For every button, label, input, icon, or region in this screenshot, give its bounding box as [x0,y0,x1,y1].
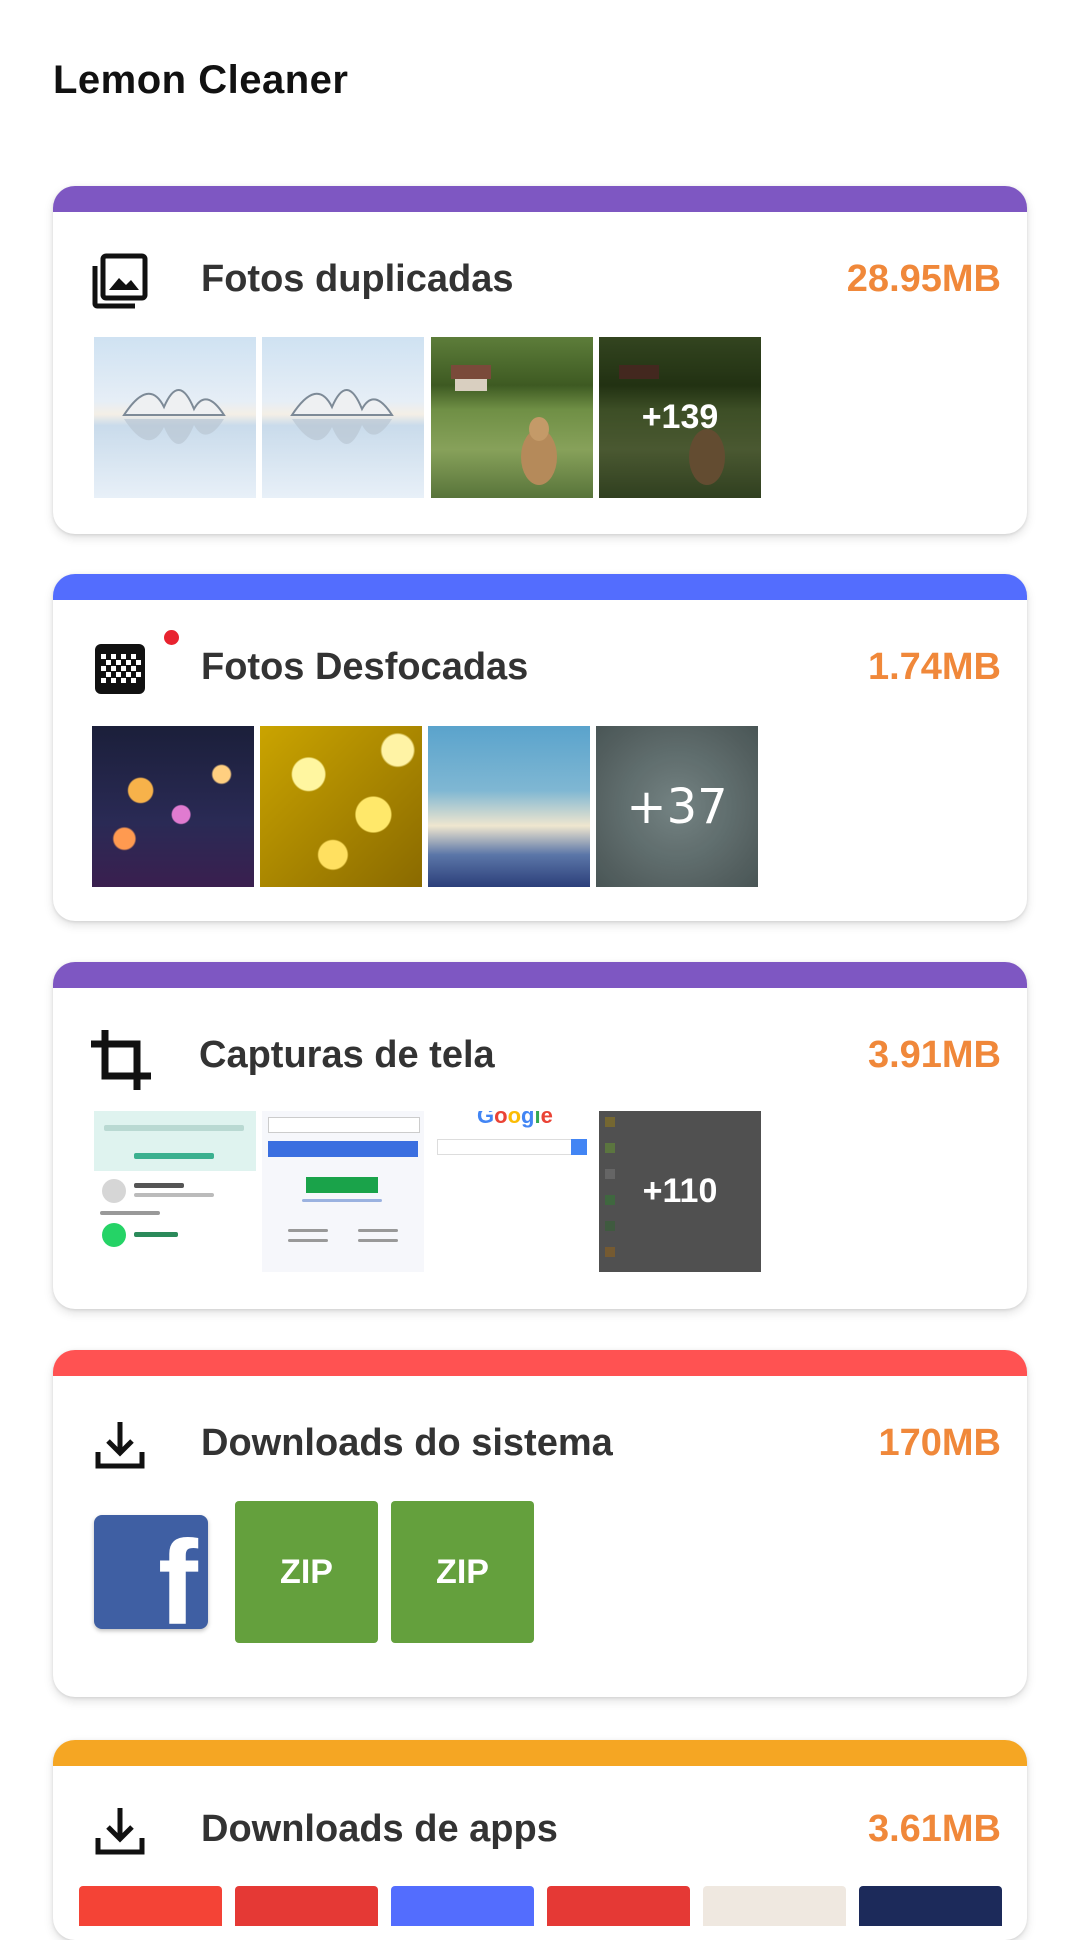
card-header: Downloads do sistema 170MB [53,1410,1027,1480]
card-size: 3.61MB [867,1808,1001,1850]
card-header: Fotos Desfocadas 1.74MB [53,630,1027,704]
card-header: Fotos duplicadas 28.95MB [53,246,1027,316]
more-count: +139 [599,337,761,498]
more-count: +37 [596,726,758,887]
photo-library-icon [91,252,149,310]
notification-dot [164,630,179,645]
photo-thumbnail[interactable] [92,726,254,887]
app-file-tile[interactable] [79,1886,222,1926]
photo-thumbnail[interactable] [262,337,424,498]
duplicate-photos-card[interactable]: Fotos duplicadas 28.95MB +139 [53,186,1027,534]
card-size: 28.95MB [846,258,1001,300]
screenshot-thumbnail[interactable] [94,1111,256,1272]
card-title: Fotos duplicadas [201,258,514,300]
card-size: 3.91MB [867,1034,1001,1076]
photo-thumbnail[interactable] [260,726,422,887]
facebook-app-icon[interactable]: f [94,1515,208,1629]
app-title: Lemon Cleaner [53,58,349,102]
card-title: Fotos Desfocadas [201,646,529,688]
card-header: Downloads de apps 3.61MB [53,1796,1027,1866]
zip-file-tile[interactable]: ZIP [235,1501,378,1643]
zip-file-tile[interactable]: ZIP [391,1501,534,1643]
card-title: Downloads do sistema [201,1422,613,1464]
app-file-tile[interactable] [547,1886,690,1926]
more-count: +110 [599,1111,761,1272]
card-accent-bar [53,574,1027,600]
crop-icon [89,1028,151,1090]
card-accent-bar [53,186,1027,212]
download-icon [91,1416,149,1474]
screenshot-thumbnail[interactable]: Google [431,1111,593,1272]
card-accent-bar [53,1350,1027,1376]
photo-thumbnail[interactable] [431,337,593,498]
more-photos-thumbnail[interactable]: +139 [599,337,761,498]
system-downloads-card[interactable]: Downloads do sistema 170MB f ZIP ZIP [53,1350,1027,1697]
photo-thumbnail[interactable] [428,726,590,887]
more-photos-thumbnail[interactable]: +37 [596,726,758,887]
card-title: Capturas de tela [199,1034,495,1076]
app-file-tile[interactable] [235,1886,378,1926]
photo-thumbnail[interactable] [94,337,256,498]
app-file-tile[interactable] [391,1886,534,1926]
card-size: 170MB [878,1422,1002,1464]
app-file-tile[interactable] [859,1886,1002,1926]
screenshots-card[interactable]: Capturas de tela 3.91MB Google +110 [53,962,1027,1309]
more-screenshots-thumbnail[interactable]: +110 [599,1111,761,1272]
card-size: 1.74MB [867,646,1001,688]
download-icon [91,1802,149,1860]
app-file-tile[interactable] [703,1886,846,1926]
card-accent-bar [53,962,1027,988]
card-title: Downloads de apps [201,1808,558,1850]
app-downloads-card[interactable]: Downloads de apps 3.61MB [53,1740,1027,1940]
card-accent-bar [53,1740,1027,1766]
blur-grid-icon [91,640,149,698]
blurry-photos-card[interactable]: Fotos Desfocadas 1.74MB +37 [53,574,1027,921]
screenshot-thumbnail[interactable] [262,1111,424,1272]
card-header: Capturas de tela 3.91MB [53,1022,1027,1092]
